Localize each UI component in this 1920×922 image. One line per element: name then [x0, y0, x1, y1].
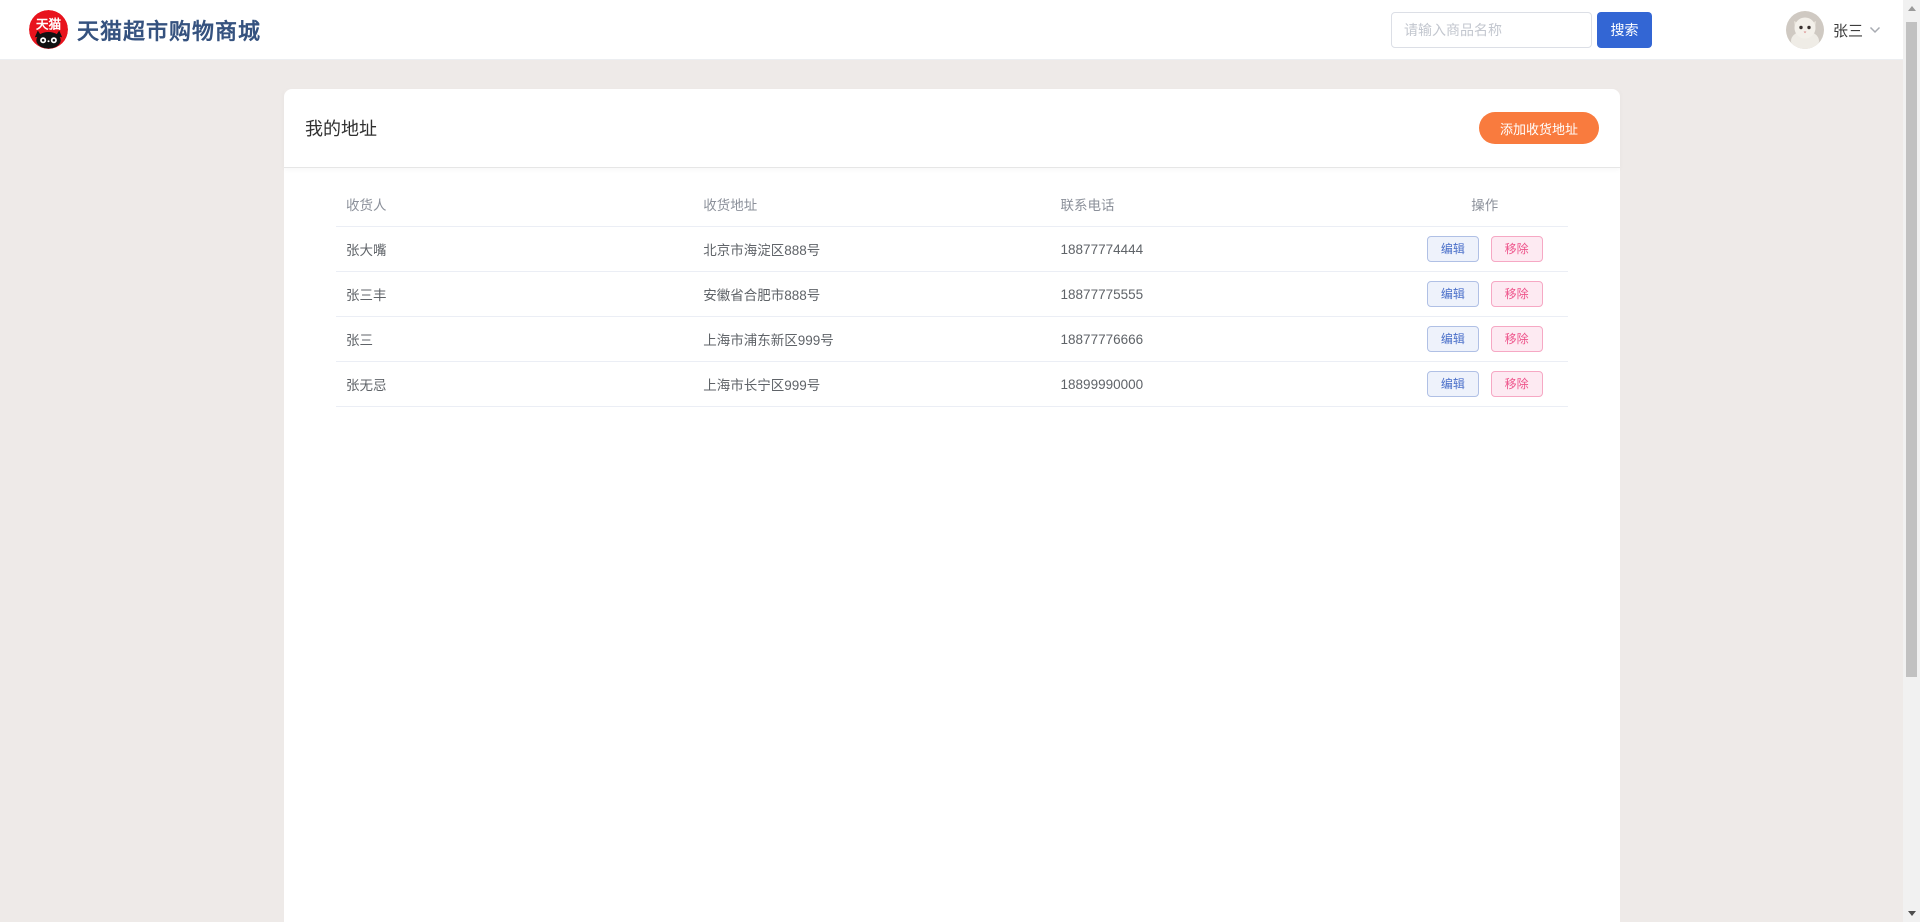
edit-button[interactable]: 编辑 — [1426, 326, 1479, 352]
search-area: 搜索 — [1391, 12, 1652, 48]
phone-cell: 18877774444 — [1060, 241, 1144, 257]
remove-button[interactable]: 移除 — [1490, 371, 1543, 397]
column-header-recipient: 收货人 — [346, 197, 387, 213]
recipient-cell: 张三丰 — [346, 288, 387, 303]
remove-button[interactable]: 移除 — [1490, 281, 1543, 307]
brand: 天猫 天猫超市购物商城 — [29, 10, 261, 49]
scroll-down-arrow-icon[interactable] — [1903, 905, 1920, 922]
vertical-scrollbar[interactable] — [1903, 0, 1920, 922]
scrollbar-thumb[interactable] — [1906, 22, 1917, 677]
address-card: 我的地址 添加收货地址 收货人 收货地址 联系电话 操作 张大嘴 北京市海淀区8… — [284, 89, 1620, 922]
user-menu[interactable]: 张三 — [1786, 11, 1881, 49]
column-header-actions: 操作 — [1471, 197, 1499, 213]
edit-button[interactable]: 编辑 — [1426, 281, 1479, 307]
card-header: 我的地址 添加收货地址 — [284, 89, 1620, 168]
scroll-up-arrow-icon[interactable] — [1903, 0, 1920, 17]
column-header-address: 收货地址 — [703, 197, 758, 213]
avatar[interactable] — [1786, 11, 1824, 49]
top-header: 天猫 天猫超市购物商城 搜索 — [0, 0, 1903, 60]
remove-button[interactable]: 移除 — [1490, 326, 1543, 352]
table-header-row: 收货人 收货地址 联系电话 操作 — [336, 181, 1568, 227]
edit-button[interactable]: 编辑 — [1426, 236, 1479, 262]
chevron-down-icon — [1869, 26, 1881, 34]
phone-cell: 18877776666 — [1060, 331, 1144, 347]
search-input[interactable] — [1391, 12, 1592, 48]
svg-text:天猫: 天猫 — [36, 17, 62, 32]
actions-cell: 编辑 移除 — [1402, 326, 1568, 352]
tmall-logo-icon[interactable]: 天猫 — [29, 10, 68, 49]
phone-cell: 18899990000 — [1060, 376, 1144, 392]
table-row: 张三丰 安徽省合肥市888号 18877775555 编辑 移除 — [336, 272, 1568, 317]
search-button[interactable]: 搜索 — [1597, 12, 1652, 48]
address-cell: 安徽省合肥市888号 — [703, 288, 821, 303]
actions-cell: 编辑 移除 — [1402, 281, 1568, 307]
recipient-cell: 张大嘴 — [346, 243, 387, 258]
address-cell: 北京市海淀区888号 — [703, 243, 821, 258]
address-table: 收货人 收货地址 联系电话 操作 张大嘴 北京市海淀区888号 18877774… — [336, 168, 1568, 407]
actions-cell: 编辑 移除 — [1402, 371, 1568, 397]
address-cell: 上海市长宁区999号 — [703, 378, 821, 393]
address-cell: 上海市浦东新区999号 — [703, 333, 834, 348]
remove-button[interactable]: 移除 — [1490, 236, 1543, 262]
page-title: 我的地址 — [305, 119, 377, 139]
add-address-button[interactable]: 添加收货地址 — [1478, 112, 1599, 144]
table-row: 张无忌 上海市长宁区999号 18899990000 编辑 移除 — [336, 362, 1568, 407]
column-header-phone: 联系电话 — [1060, 197, 1115, 213]
table-row: 张三 上海市浦东新区999号 18877776666 编辑 移除 — [336, 317, 1568, 362]
user-name: 张三 — [1833, 22, 1864, 40]
recipient-cell: 张无忌 — [346, 378, 387, 393]
table-row: 张大嘴 北京市海淀区888号 18877774444 编辑 移除 — [336, 227, 1568, 272]
phone-cell: 18877775555 — [1060, 286, 1144, 302]
site-title: 天猫超市购物商城 — [77, 18, 262, 44]
recipient-cell: 张三 — [346, 333, 373, 348]
edit-button[interactable]: 编辑 — [1426, 371, 1479, 397]
actions-cell: 编辑 移除 — [1402, 236, 1568, 262]
